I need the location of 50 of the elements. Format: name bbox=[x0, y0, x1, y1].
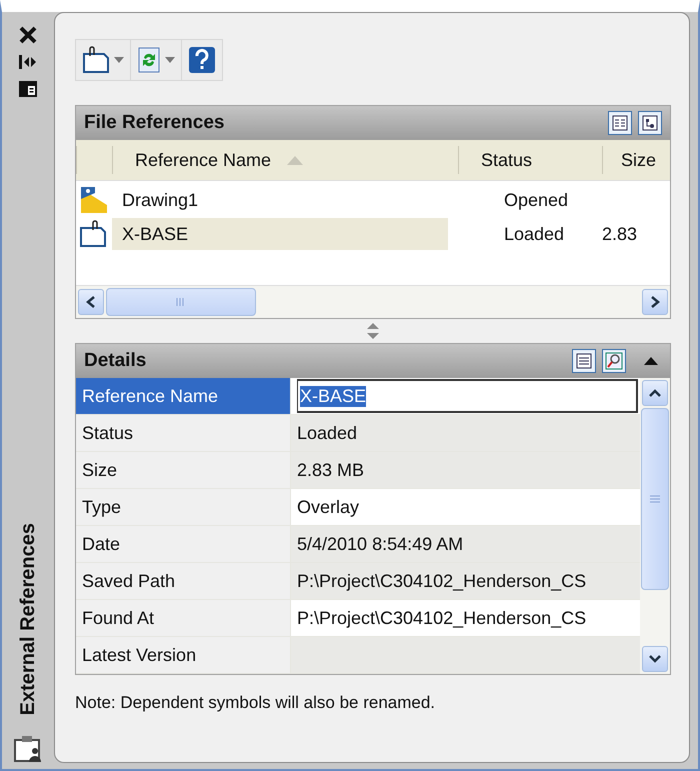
details-view-button[interactable] bbox=[572, 349, 596, 373]
panel-title: File References bbox=[84, 112, 224, 134]
scroll-left-button[interactable] bbox=[78, 289, 104, 315]
property-value: Overlay bbox=[291, 489, 640, 525]
tree-view-button[interactable] bbox=[638, 111, 662, 135]
chevron-left-icon bbox=[86, 296, 96, 308]
property-value: 5/4/2010 8:54:49 AM bbox=[291, 526, 640, 562]
name-field[interactable]: X-BASE bbox=[297, 379, 638, 413]
drawing-file-icon bbox=[79, 185, 109, 215]
attach-icon bbox=[79, 220, 109, 248]
chevron-up-icon bbox=[649, 388, 661, 398]
reference-name: Drawing1 bbox=[122, 190, 198, 210]
status-cell: Opened bbox=[504, 190, 568, 210]
chevron-right-icon bbox=[650, 296, 660, 308]
reference-row[interactable]: Drawing1 bbox=[112, 184, 448, 216]
scroll-right-button[interactable] bbox=[642, 289, 668, 315]
help-icon bbox=[188, 46, 216, 74]
scroll-thumb[interactable] bbox=[106, 288, 256, 316]
sort-ascending-icon bbox=[287, 156, 304, 164]
reference-row[interactable]: X-BASE bbox=[112, 218, 448, 250]
property-label[interactable]: Reference Name bbox=[76, 378, 291, 414]
property-value: 2.83 MB bbox=[291, 452, 640, 488]
clipboard-user-icon bbox=[13, 733, 43, 763]
attach-icon bbox=[82, 46, 110, 74]
scroll-thumb[interactable] bbox=[641, 408, 669, 590]
scroll-up-button[interactable] bbox=[642, 380, 668, 406]
collapse-icon[interactable] bbox=[644, 357, 658, 365]
refresh-icon bbox=[137, 46, 161, 74]
close-icon[interactable] bbox=[19, 26, 37, 44]
preview-button[interactable] bbox=[602, 349, 626, 373]
scroll-down-button[interactable] bbox=[642, 646, 668, 672]
list-view-button[interactable] bbox=[608, 111, 632, 135]
reference-name: X-BASE bbox=[122, 224, 188, 244]
chevron-down-icon bbox=[649, 654, 661, 664]
caret-icon bbox=[114, 57, 124, 63]
palette-title: External References bbox=[16, 522, 40, 715]
auto-hide-icon[interactable] bbox=[18, 54, 38, 70]
splitter-grip-icon[interactable] bbox=[366, 322, 380, 340]
property-value: Loaded bbox=[291, 415, 640, 451]
note-text: Note: Dependent symbols will also be renamed. bbox=[75, 693, 436, 713]
property-value: P:\Project\C304102_Henderson_CS bbox=[291, 563, 640, 599]
caret-icon bbox=[165, 57, 175, 63]
property-value: P:\Project\C304102_Henderson_CS bbox=[291, 600, 640, 636]
column-header[interactable]: Size bbox=[602, 146, 670, 174]
properties-icon[interactable] bbox=[18, 80, 38, 98]
status-cell: Loaded bbox=[504, 224, 564, 244]
panel-title: Details bbox=[84, 350, 146, 372]
column-header[interactable]: Status bbox=[458, 146, 602, 174]
size-cell: 2.83 bbox=[602, 224, 638, 244]
column-header[interactable]: Reference Name bbox=[112, 146, 458, 174]
